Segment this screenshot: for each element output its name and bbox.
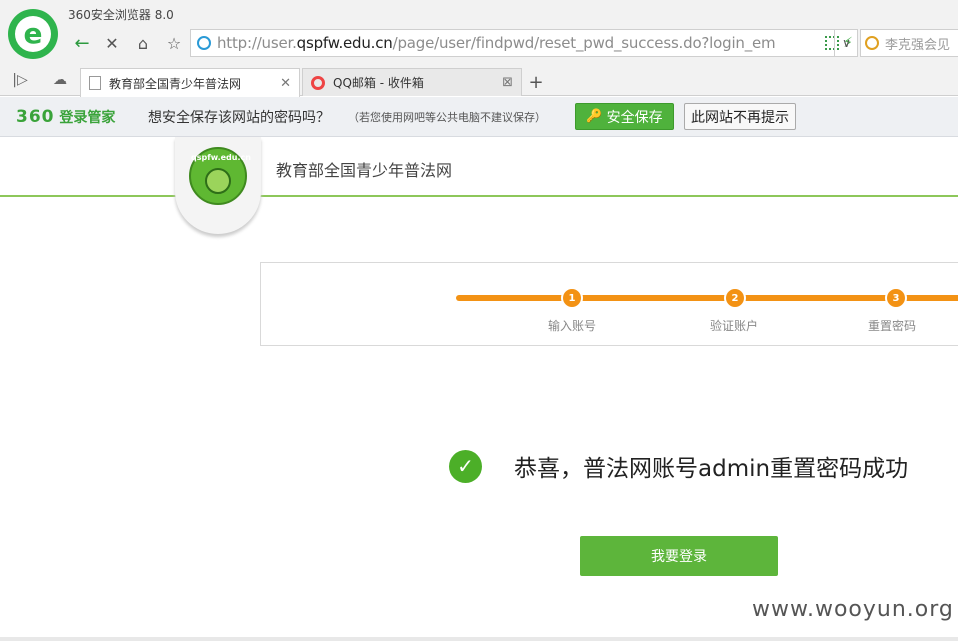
save-password-question: 想安全保存该网站的密码吗？	[148, 110, 330, 126]
check-icon: ✓	[449, 449, 482, 483]
step-3-marker: 3	[885, 287, 907, 309]
tab-bar: |▷ ☁ 教育部全国青少年普法网 ✕ QQ邮箱 - 收件箱 ⊠ +	[0, 64, 958, 97]
url-prefix: http://user.	[217, 34, 297, 52]
brand-text: 登录管家	[59, 110, 116, 126]
back-arrow-icon[interactable]: ←	[68, 29, 96, 57]
stop-icon[interactable]: ✕	[98, 29, 126, 57]
success-message: ✓ 恭喜，普法网账号admin重置密码成功	[449, 449, 908, 483]
tab-label: QQ邮箱 - 收件箱	[333, 76, 424, 90]
password-manager-brand: 360 登录管家	[16, 107, 115, 127]
app-title: 360安全浏览器 8.0	[68, 8, 174, 22]
tab-qqmail[interactable]: QQ邮箱 - 收件箱 ⊠	[302, 68, 522, 96]
step-2-label: 验证账户	[710, 319, 759, 333]
search-text: 李克强会见	[885, 37, 951, 53]
site-header	[0, 137, 958, 197]
brand-number: 360	[16, 107, 55, 127]
page-icon	[89, 76, 101, 90]
star-icon[interactable]: ☆	[160, 29, 188, 57]
qq-mail-icon	[311, 75, 325, 90]
password-manager-bar: 360 登录管家 想安全保存该网站的密码吗？ （若您使用网吧等公共电脑不建议保存…	[0, 97, 958, 137]
chevron-down-icon[interactable]: ∨	[834, 29, 858, 57]
success-text: 恭喜，普法网账号admin重置密码成功	[514, 456, 909, 482]
browser-logo-icon: e	[8, 9, 58, 59]
home-icon[interactable]: ⌂	[129, 29, 157, 57]
close-icon[interactable]: ✕	[280, 76, 291, 91]
site-title: 教育部全国青少年普法网	[276, 161, 453, 180]
watermark: www.wooyun.org	[752, 597, 954, 622]
bottom-border	[0, 637, 958, 641]
address-bar[interactable]: http://user.qspfw.edu.cn/page/user/findp…	[190, 29, 858, 57]
site-security-icon	[197, 36, 211, 50]
step-1-marker: 1	[561, 287, 583, 309]
logo-text: qspfw.edu.cn	[191, 153, 251, 162]
save-password-button[interactable]: 🔑 安全保存	[575, 103, 674, 130]
step-2-marker: 2	[724, 287, 746, 309]
mascot-badge-icon: qspfw.edu.cn	[189, 147, 251, 205]
search-box[interactable]: 李克强会见	[860, 29, 958, 57]
login-button[interactable]: 我要登录	[580, 536, 778, 576]
tab-label: 教育部全国青少年普法网	[109, 76, 242, 91]
url-text[interactable]: http://user.qspfw.edu.cn/page/user/findp…	[217, 34, 821, 52]
browser-chrome: e 360安全浏览器 8.0 ← ✕ ⌂ ☆ http://user.qspfw…	[0, 0, 958, 97]
step-3-label: 重置密码	[868, 319, 917, 333]
search-icon[interactable]	[865, 36, 879, 50]
close-icon[interactable]: ⊠	[502, 75, 513, 90]
sidebar-toggle-icon[interactable]: |▷	[8, 70, 32, 90]
key-icon: 🔑	[586, 109, 603, 124]
site-logo[interactable]: qspfw.edu.cn	[175, 137, 261, 234]
cloud-icon[interactable]: ☁	[48, 70, 72, 90]
mascot-icon	[205, 168, 231, 194]
save-password-note: （若您使用网吧等公共电脑不建议保存）	[348, 111, 546, 124]
progress-line	[456, 295, 958, 301]
save-password-label: 安全保存	[606, 109, 663, 126]
never-prompt-button[interactable]: 此网站不再提示	[684, 103, 796, 130]
navigation-bar: ← ✕ ⌂ ☆ http://user.qspfw.edu.cn/page/us…	[66, 29, 958, 57]
url-path: /page/user/findpwd/reset_pwd_success.do?…	[392, 34, 776, 52]
progress-steps: 1 2 3 输入账号 验证账户 重置密码	[260, 262, 958, 346]
step-1-label: 输入账号	[548, 319, 597, 333]
tab-pufa[interactable]: 教育部全国青少年普法网 ✕	[80, 68, 300, 97]
new-tab-icon[interactable]: +	[526, 72, 546, 93]
url-host: qspfw.edu.cn	[296, 34, 393, 52]
